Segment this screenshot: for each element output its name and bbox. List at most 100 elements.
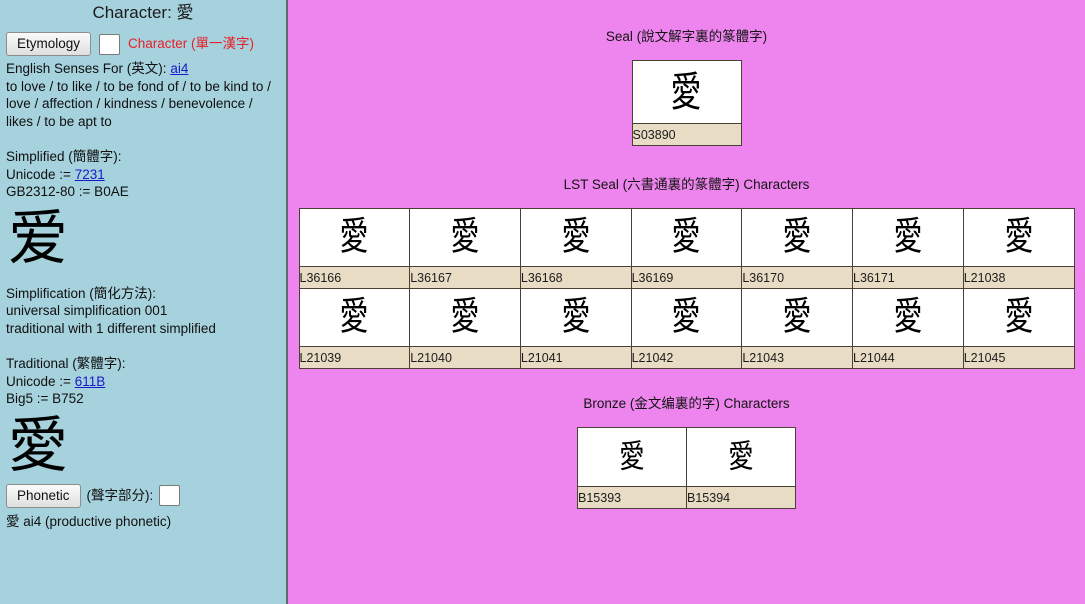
- lst-glyph: 愛: [561, 296, 590, 340]
- lst-glyph-id: L21039: [299, 347, 410, 369]
- simplification-heading: Simplification (簡化方法):: [6, 285, 280, 303]
- lst-glyph-cell[interactable]: 愛: [963, 289, 1074, 347]
- lst-glyph-cell[interactable]: 愛: [742, 209, 853, 267]
- table-row: 愛 愛 愛 愛 愛 愛 愛: [299, 209, 1074, 267]
- lst-glyph-cell[interactable]: 愛: [410, 209, 521, 267]
- lst-glyph-id: L36169: [631, 267, 742, 289]
- lst-glyph: 愛: [783, 216, 812, 260]
- table-row: B15393 B15394: [578, 487, 796, 509]
- page-root: Character: 愛 Etymology Character (單一漢字) …: [0, 0, 1085, 604]
- lst-glyph-id: L21040: [410, 347, 521, 369]
- traditional-unicode-link[interactable]: 611B: [75, 374, 106, 389]
- lst-seal-table-body: 愛 愛 愛 愛 愛 愛 愛 L36166 L36167 L36168: [299, 209, 1074, 369]
- lst-glyph: 愛: [340, 296, 369, 340]
- bronze-section: Bronze (金文编裏的字) Characters 愛 愛 B15393 B1…: [288, 395, 1085, 509]
- bronze-glyph-cell[interactable]: 愛: [687, 428, 796, 487]
- lst-glyph-id: L21038: [963, 267, 1074, 289]
- lst-glyph-cell[interactable]: 愛: [631, 209, 742, 267]
- english-senses-row: English Senses For (英文): ai4: [6, 60, 280, 78]
- lst-glyph-cell[interactable]: 愛: [299, 209, 410, 267]
- bronze-character-table: 愛 愛 B15393 B15394: [577, 427, 796, 509]
- simplified-unicode-label: Unicode :=: [6, 167, 71, 182]
- lst-glyph-cell[interactable]: 愛: [299, 289, 410, 347]
- lst-seal-section: LST Seal (六書通裏的篆體字) Characters 愛 愛 愛 愛 愛…: [288, 176, 1085, 369]
- lst-glyph-cell[interactable]: 愛: [853, 289, 964, 347]
- simplification-line-1: universal simplification 001: [6, 302, 280, 320]
- single-character-label: Character (單一漢字): [128, 35, 254, 53]
- lst-glyph: 愛: [783, 296, 812, 340]
- seal-section-title: Seal (說文解字裏的篆體字): [288, 28, 1085, 46]
- seal-section: Seal (說文解字裏的篆體字) 愛 S03890: [288, 28, 1085, 146]
- bronze-glyph-id: B15394: [687, 487, 796, 509]
- lst-glyph: 愛: [1004, 296, 1033, 340]
- table-row: S03890: [632, 124, 741, 146]
- seal-character-table: 愛 S03890: [632, 60, 742, 146]
- phonetic-controls-row: Phonetic (聲字部分):: [6, 484, 280, 508]
- lst-glyph-cell[interactable]: 愛: [410, 289, 521, 347]
- lst-glyph: 愛: [1004, 216, 1033, 260]
- lst-seal-section-title: LST Seal (六書通裏的篆體字) Characters: [288, 176, 1085, 194]
- table-row: L21039 L21040 L21041 L21042 L21043 L2104…: [299, 347, 1074, 369]
- lst-glyph-id: L36171: [853, 267, 964, 289]
- table-row: 愛 愛: [578, 428, 796, 487]
- etymology-controls-row: Etymology Character (單一漢字): [6, 32, 280, 56]
- simplified-unicode-row: Unicode := 7231: [6, 166, 280, 184]
- lst-glyph-cell[interactable]: 愛: [853, 209, 964, 267]
- glyph-gallery-panel: Seal (說文解字裏的篆體字) 愛 S03890: [288, 0, 1085, 604]
- etymology-button[interactable]: Etymology: [6, 32, 91, 56]
- traditional-character-glyph: 愛: [6, 414, 280, 478]
- phonetic-label: (聲字部分):: [87, 487, 154, 505]
- lst-glyph-id: L21041: [520, 347, 631, 369]
- seal-glyph-cell[interactable]: 愛: [632, 61, 741, 124]
- lst-glyph-id: L36167: [410, 267, 521, 289]
- bronze-section-title: Bronze (金文编裏的字) Characters: [288, 395, 1085, 413]
- traditional-heading: Traditional (繁體字):: [6, 355, 280, 373]
- page-title: Character: 愛: [0, 0, 286, 24]
- lst-glyph: 愛: [893, 216, 922, 260]
- bronze-glyph-cell[interactable]: 愛: [578, 428, 687, 487]
- phonetic-note: 愛 ai4 (productive phonetic): [6, 513, 280, 531]
- lst-glyph: 愛: [451, 296, 480, 340]
- lst-glyph: 愛: [340, 216, 369, 260]
- lst-glyph-cell[interactable]: 愛: [963, 209, 1074, 267]
- lst-glyph-id: L36168: [520, 267, 631, 289]
- simplified-encoding-line: GB2312-80 := B0AE: [6, 183, 280, 201]
- simplified-heading: Simplified (簡體字):: [6, 148, 280, 166]
- bronze-glyph-id: B15393: [578, 487, 687, 509]
- simplified-unicode-link[interactable]: 7231: [75, 167, 105, 182]
- lst-glyph-cell[interactable]: 愛: [631, 289, 742, 347]
- simplified-character-glyph: 爱: [6, 207, 280, 271]
- lst-glyph: 愛: [672, 216, 701, 260]
- lst-glyph-id: L21043: [742, 347, 853, 369]
- lst-glyph-id: L36166: [299, 267, 410, 289]
- table-row: 愛 愛 愛 愛 愛 愛 愛: [299, 289, 1074, 347]
- lst-glyph: 愛: [451, 216, 480, 260]
- seal-glyph: 愛: [671, 70, 702, 114]
- bronze-table-body: 愛 愛 B15393 B15394: [578, 428, 796, 509]
- phonetic-checkbox[interactable]: [159, 485, 180, 506]
- phonetic-button[interactable]: Phonetic: [6, 484, 81, 508]
- lst-glyph-cell[interactable]: 愛: [520, 289, 631, 347]
- lst-glyph: 愛: [561, 216, 590, 260]
- traditional-unicode-label: Unicode :=: [6, 374, 71, 389]
- lst-seal-character-table: 愛 愛 愛 愛 愛 愛 愛 L36166 L36167 L36168: [299, 208, 1075, 369]
- table-row: 愛: [632, 61, 741, 124]
- table-row: L36166 L36167 L36168 L36169 L36170 L3617…: [299, 267, 1074, 289]
- single-character-checkbox[interactable]: [99, 34, 120, 55]
- english-senses-text: to love / to like / to be fond of / to b…: [6, 78, 280, 131]
- bronze-glyph: 愛: [619, 437, 645, 477]
- lst-glyph-id: L36170: [742, 267, 853, 289]
- english-senses-label: English Senses For (英文):: [6, 61, 167, 76]
- lst-glyph-cell[interactable]: 愛: [742, 289, 853, 347]
- lst-glyph: 愛: [672, 296, 701, 340]
- character-info-sidebar: Character: 愛 Etymology Character (單一漢字) …: [0, 0, 288, 604]
- seal-glyph-id: S03890: [632, 124, 741, 146]
- simplification-line-2: traditional with 1 different simplified: [6, 320, 280, 338]
- seal-table-body: 愛 S03890: [632, 61, 741, 146]
- lst-glyph-id: L21042: [631, 347, 742, 369]
- pronunciation-link[interactable]: ai4: [170, 61, 188, 76]
- lst-glyph-cell[interactable]: 愛: [520, 209, 631, 267]
- lst-glyph-id: L21045: [963, 347, 1074, 369]
- traditional-unicode-row: Unicode := 611B: [6, 373, 280, 391]
- traditional-encoding-line: Big5 := B752: [6, 390, 280, 408]
